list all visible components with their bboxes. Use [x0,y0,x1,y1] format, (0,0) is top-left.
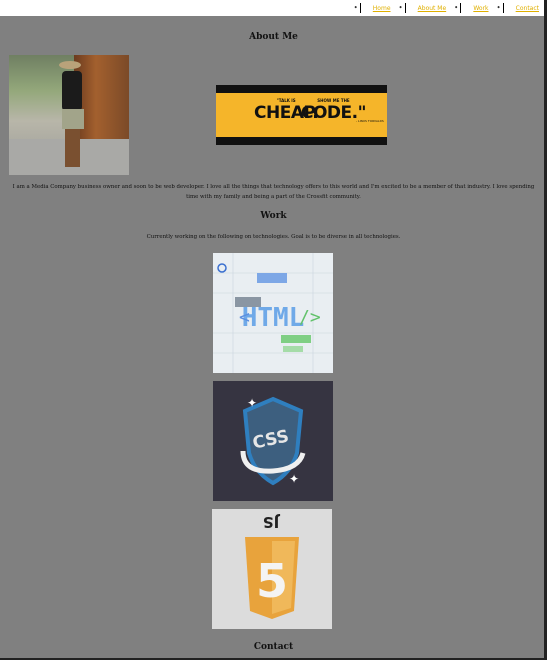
js-image: JS 5 [212,509,332,629]
work-paragraph: Currently working on the following on te… [146,234,401,240]
html-logo-icon: HTML < /> [213,253,333,373]
svg-text:<: < [239,307,250,328]
photo-torso [62,71,82,111]
photo-legs [65,129,80,167]
svg-text:✦: ✦ [247,396,257,410]
photo-wall [74,55,129,143]
nav-link-home[interactable]: Home [373,5,391,12]
bullet-icon: • [398,4,403,12]
nav-item-contact[interactable]: • Contact [497,3,539,13]
profile-photo [9,55,129,175]
bullet-icon: • [353,4,358,12]
bullet-icon: • [496,4,501,12]
html-tile-label: HTML [242,303,305,333]
top-bar: • Home • About Me • Work • Contact [0,0,547,16]
html-image: HTML < /> [213,253,333,373]
contact-title: Contact [253,642,294,652]
bullet-icon: • [454,4,459,12]
quote-banner: "TALK IS CHEAP. SHOW ME THE CODE." - LIN… [216,85,387,145]
nav-menu: • Home • About Me • Work • Contact [346,2,539,14]
banner-signature: - LINUS TORVALDS [356,119,384,123]
nav-item-work[interactable]: • Work [454,3,489,13]
about-title: About Me [249,32,298,42]
nav-separator [460,3,462,13]
photo-hat [59,61,81,69]
nav-separator [502,3,504,13]
nav-link-work[interactable]: Work [473,5,488,12]
about-paragraph: I am a Media Company business owner and … [12,184,535,200]
nav-link-about[interactable]: About Me [418,5,447,12]
nav-item-home[interactable]: • Home [354,3,391,13]
nav-separator [359,3,361,13]
svg-text:/>: /> [299,307,321,328]
svg-text:✦: ✦ [289,472,299,486]
js-tile-label: JS [263,513,280,531]
nav-separator [404,3,406,13]
svg-text:5: 5 [256,554,288,608]
js-logo-icon: JS 5 [212,509,332,629]
css-image: CSS ✦ ✦ [213,381,333,501]
work-title: Work [260,211,287,221]
css-logo-icon: CSS ✦ ✦ [213,381,333,501]
nav-link-contact[interactable]: Contact [516,5,539,12]
nav-item-about[interactable]: • About Me [398,3,447,13]
photo-shorts [62,109,84,129]
